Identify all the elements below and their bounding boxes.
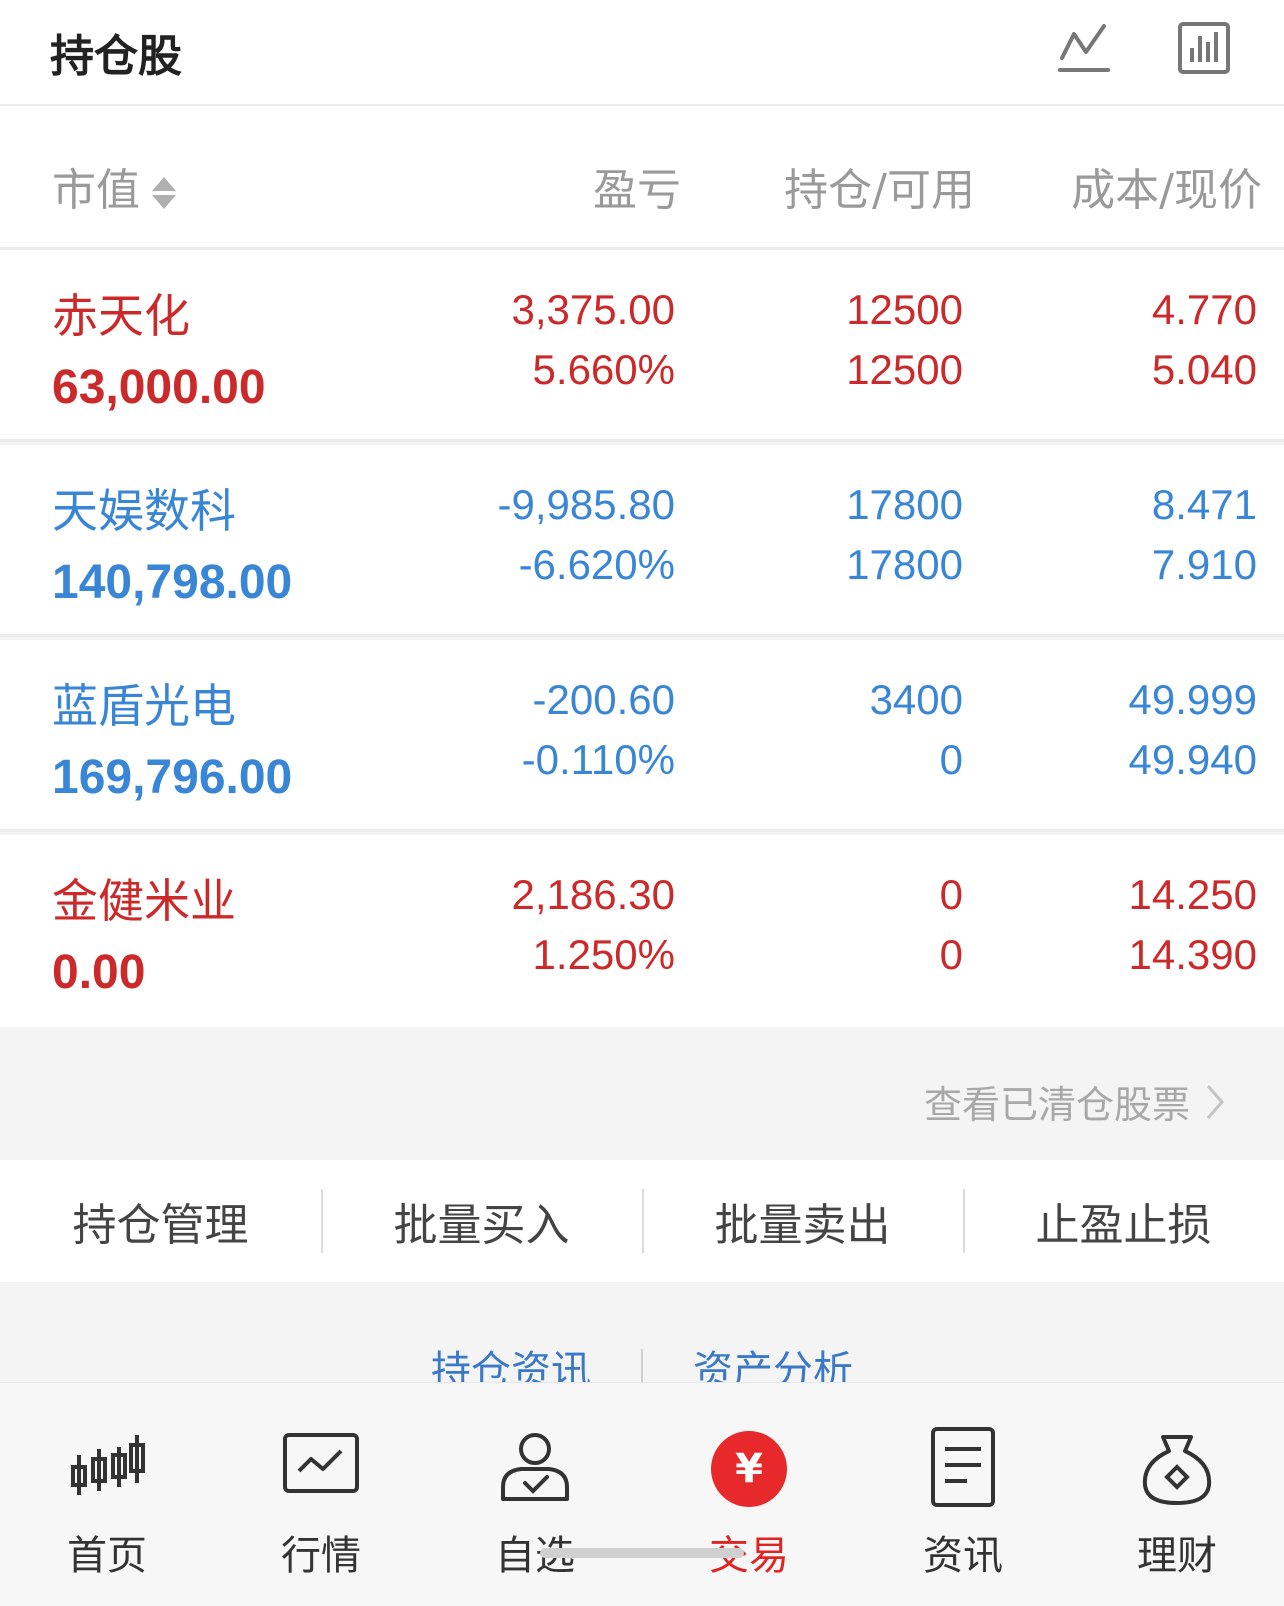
column-position: 持仓/可用: [784, 165, 975, 216]
current-price: 14.390: [1128, 931, 1257, 978]
stock-name: 天娱数科: [52, 484, 236, 538]
column-market-value[interactable]: 市值: [52, 154, 178, 218]
current-price: 5.040: [1151, 346, 1257, 393]
pnl-percent: 5.660%: [532, 346, 675, 393]
position-qty: 3400: [869, 676, 963, 723]
holding-row[interactable]: 赤天化 63,000.00 3,375.00 5.660% 12500 1250…: [0, 250, 1284, 442]
batch-sell-button[interactable]: 批量卖出: [642, 1189, 963, 1253]
tab-label: 理财: [1137, 1533, 1217, 1579]
column-cost-price: 成本/现价: [1071, 165, 1262, 216]
pnl-amount: -200.60: [532, 676, 675, 723]
pnl-percent: -0.110%: [521, 736, 675, 783]
batch-buy-button[interactable]: 批量买入: [321, 1189, 642, 1253]
info-links: 持仓资讯 资产分析: [0, 1282, 1284, 1382]
cost-price: 49.999: [1128, 676, 1257, 723]
cleared-stocks-link[interactable]: 查看已清仓股票: [924, 1074, 1226, 1129]
pnl-percent: -6.620%: [518, 541, 675, 588]
action-bar: 持仓管理 批量买入 批量卖出 止盈止损: [0, 1160, 1284, 1282]
column-header: 市值 盈亏 持仓/可用 成本/现价: [0, 106, 1284, 250]
position-management-button[interactable]: 持仓管理: [0, 1189, 321, 1253]
cleared-stocks-section: 查看已清仓股票: [0, 1032, 1284, 1160]
market-value: 140,798.00: [52, 556, 293, 609]
chevron-right-icon: [1206, 1084, 1224, 1119]
tab-market[interactable]: 行情: [214, 1383, 428, 1606]
holding-row[interactable]: 金健米业 0.00 2,186.30 1.250% 0 0 14.250 14.…: [0, 835, 1284, 1027]
market-value: 169,796.00: [52, 751, 293, 804]
stock-name: 赤天化: [52, 289, 190, 343]
pnl-amount: 3,375.00: [511, 286, 676, 333]
tab-news[interactable]: 资讯: [856, 1383, 1070, 1606]
stock-name: 蓝盾光电: [52, 679, 236, 733]
market-chart-icon: [283, 1433, 359, 1493]
cost-price: 4.770: [1151, 286, 1257, 333]
stock-name: 金健米业: [52, 874, 236, 928]
current-price: 49.940: [1128, 736, 1257, 783]
bottom-tab-bar: 首页 行情 自选 ¥ 交易 资讯 理财: [0, 1382, 1284, 1606]
available-qty: 17800: [846, 541, 963, 588]
link-divider: [641, 1349, 643, 1382]
position-qty: 17800: [846, 481, 963, 528]
holding-news-link[interactable]: 持仓资讯: [431, 1338, 591, 1382]
pnl-amount: -9,985.80: [497, 481, 675, 528]
column-pnl: 盈亏: [593, 165, 681, 216]
header-bar: 持仓股: [0, 0, 1284, 106]
tab-watchlist[interactable]: 自选: [428, 1383, 642, 1606]
current-price: 7.910: [1151, 541, 1257, 588]
position-qty: 0: [939, 871, 963, 918]
tab-wealth[interactable]: 理财: [1070, 1383, 1284, 1606]
home-indicator: [540, 1548, 744, 1558]
holding-row[interactable]: 蓝盾光电 169,796.00 -200.60 -0.110% 3400 0 4…: [0, 640, 1284, 832]
pnl-amount: 2,186.30: [511, 871, 676, 918]
tab-home[interactable]: 首页: [0, 1383, 214, 1606]
bar-chart-icon[interactable]: [1176, 20, 1232, 76]
tab-label: 资讯: [923, 1533, 1003, 1579]
page-title: 持仓股: [50, 31, 182, 82]
sort-icon[interactable]: [150, 171, 178, 215]
market-value: 0.00: [52, 946, 146, 999]
available-qty: 12500: [846, 346, 963, 393]
tab-trade[interactable]: ¥ 交易: [642, 1383, 856, 1606]
position-qty: 12500: [846, 286, 963, 333]
asset-analysis-link[interactable]: 资产分析: [693, 1338, 853, 1382]
cost-price: 8.471: [1151, 481, 1257, 528]
available-qty: 0: [939, 736, 963, 783]
tab-label: 行情: [281, 1533, 361, 1579]
tab-label: 首页: [67, 1533, 147, 1579]
available-qty: 0: [939, 931, 963, 978]
candlestick-icon: [71, 1435, 145, 1495]
user-check-icon: [501, 1433, 569, 1501]
document-icon: [931, 1427, 995, 1507]
take-profit-stop-loss-button[interactable]: 止盈止损: [963, 1189, 1284, 1253]
holding-row[interactable]: 天娱数科 140,798.00 -9,985.80 -6.620% 17800 …: [0, 445, 1284, 637]
yen-circle-icon: ¥: [711, 1431, 787, 1507]
cost-price: 14.250: [1128, 871, 1257, 918]
money-bag-icon: [1142, 1435, 1212, 1505]
trend-line-icon[interactable]: [1056, 20, 1112, 76]
market-value: 63,000.00: [52, 361, 266, 414]
pnl-percent: 1.250%: [532, 931, 675, 978]
